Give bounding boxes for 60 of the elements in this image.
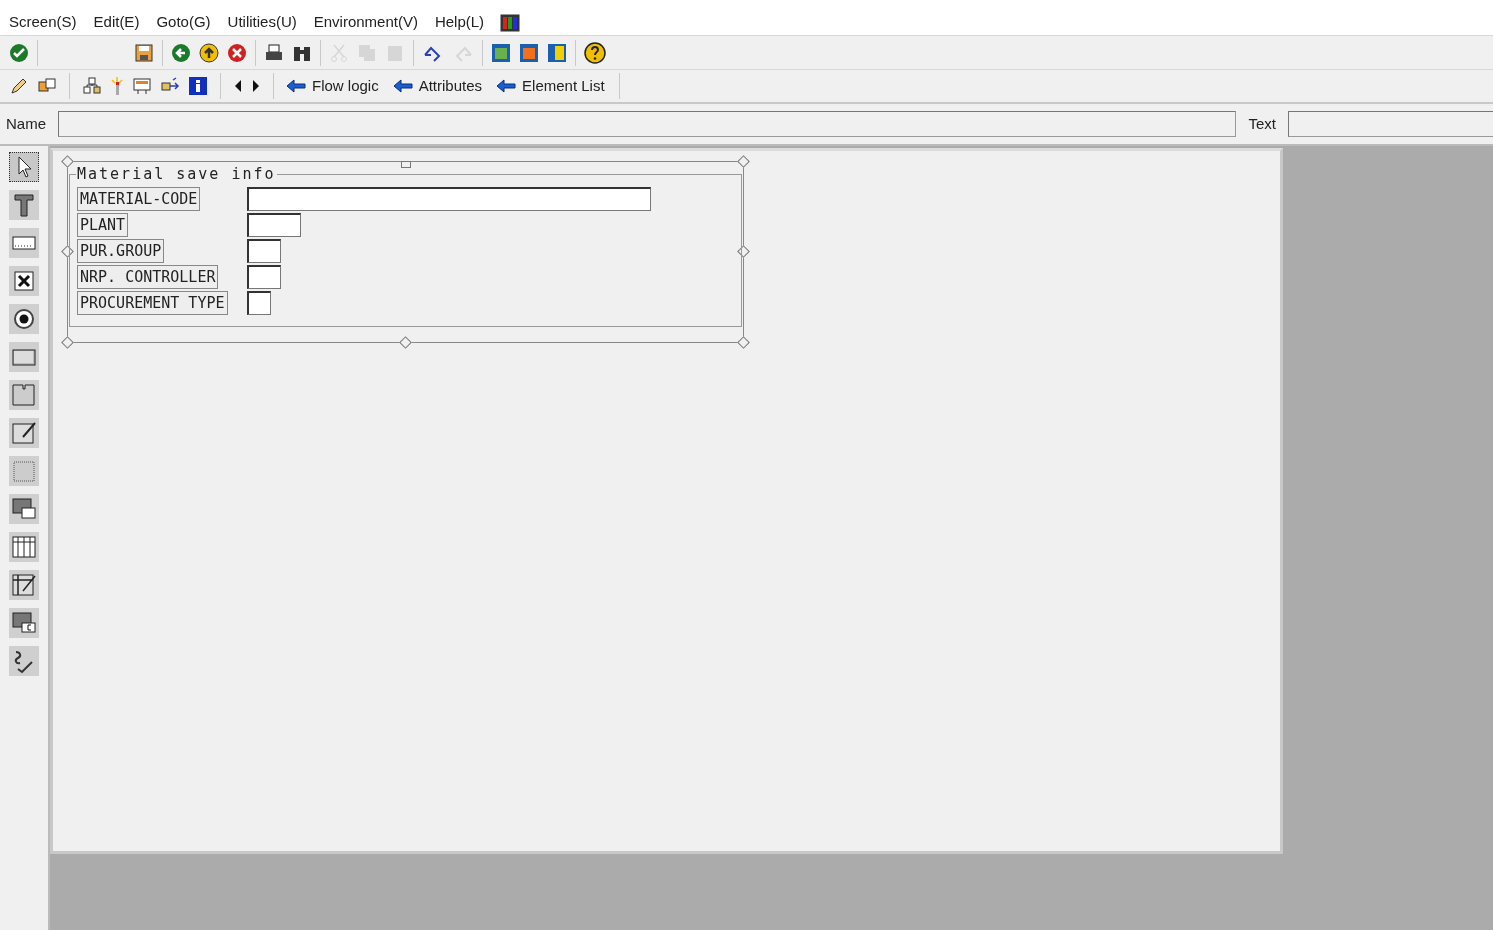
input-field[interactable] [247,265,281,289]
wand-icon[interactable] [110,76,124,96]
name-field[interactable] [58,111,1237,137]
palette-tool[interactable] [9,570,39,600]
pencil-icon[interactable] [9,76,29,96]
input-field[interactable] [247,291,271,315]
cancel-icon[interactable] [227,42,247,63]
palette-tool[interactable] [9,646,39,676]
field-label[interactable]: PROCUREMENT TYPE [77,291,228,315]
input-field[interactable] [247,187,651,211]
menu-item[interactable]: Edit(E) [86,11,147,34]
hierarchy-icon[interactable] [82,76,102,96]
right-triangle-icon[interactable] [251,79,261,93]
printer-icon[interactable] [264,42,284,63]
palette-tool[interactable] [9,608,39,638]
resize-handle[interactable] [401,161,411,168]
menu-item[interactable]: Help(L) [427,11,492,34]
help-icon[interactable] [584,41,606,64]
resize-handle[interactable] [737,336,750,349]
color-palette-icon[interactable] [500,13,521,32]
palette-tool[interactable] [9,494,39,524]
palette-tool[interactable] [9,304,39,334]
layout-icon[interactable] [547,42,567,63]
field-label[interactable]: MATERIAL-CODE [77,187,201,211]
check-icon[interactable] [9,42,29,63]
table-icon[interactable] [132,76,152,96]
left-triangle-icon[interactable] [233,79,243,93]
left-arrow-icon [496,79,517,93]
menu-item[interactable]: Environment(V) [306,11,425,34]
resize-handle[interactable] [61,155,74,168]
menu-item[interactable]: Goto(G) [149,11,218,34]
table-tool-icon [10,533,38,561]
navigation-button[interactable]: Attributes [392,74,483,98]
palette-tool[interactable] [9,152,39,182]
left-arrow-icon [286,79,306,93]
field-label[interactable]: NRP. CONTROLLER [77,265,219,289]
info-icon[interactable] [188,76,208,96]
field-label[interactable]: PUR.GROUP [77,239,165,263]
layout-icon[interactable] [491,42,511,63]
input-field[interactable] [247,213,301,237]
input-field[interactable] [247,239,281,263]
navigation-button[interactable]: Element List [496,74,605,98]
left-arrow-icon [392,79,413,93]
palette-tool[interactable] [9,532,39,562]
layout-icon[interactable] [519,42,539,63]
text-field[interactable] [1288,111,1493,137]
field-label[interactable]: PLANT [77,213,129,237]
field-label: Name [6,113,46,134]
menu-item[interactable]: Screen(S) [2,11,84,34]
tablewizard-tool-icon [10,571,38,599]
save-icon[interactable] [134,42,154,63]
resize-handle[interactable] [399,336,412,349]
tabstrip-tool-icon [10,381,38,409]
resize-handle[interactable] [61,336,74,349]
resize-handle[interactable] [737,155,750,168]
palette-tool[interactable] [9,266,39,296]
navigation-button[interactable]: Flow logic [286,74,379,98]
menu-item[interactable]: Utilities(U) [220,11,304,34]
field-label: Text [1248,113,1276,134]
palette-tool[interactable] [9,418,39,448]
